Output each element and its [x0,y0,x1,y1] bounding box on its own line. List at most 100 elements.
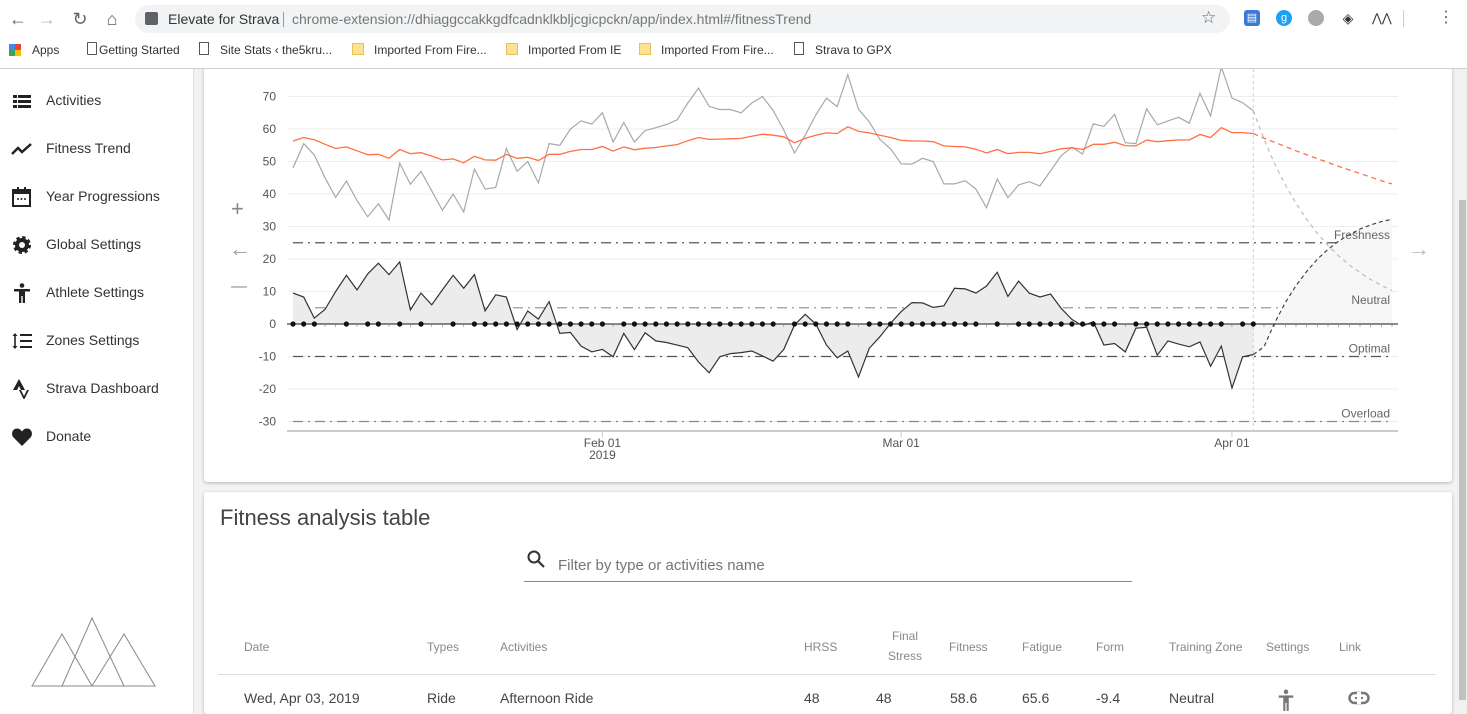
fitness-trend-chart[interactable]: 706050403020100-10-20-30FreshnessNeutral… [0,69,1456,489]
y-tick-label: 50 [263,155,277,169]
header-final-stress-line2[interactable]: Stress [888,649,922,663]
bookmark-folder-firefox-1[interactable]: Imported From Fire... [374,43,487,57]
header-hrss[interactable]: HRSS [804,640,837,654]
header-training-zone[interactable]: Training Zone [1169,640,1243,654]
back-button[interactable]: ← [7,8,29,30]
menu-icon[interactable]: ⋮ [1438,7,1454,27]
zoom-in-button[interactable]: + [231,196,244,222]
activity-dot [578,321,583,326]
table-filter-input[interactable] [558,554,1130,576]
y-tick-label: 10 [263,285,277,299]
divider [1403,10,1404,27]
activity-dot [696,321,701,326]
cell-final-stress: 48 [876,690,892,706]
header-form[interactable]: Form [1096,640,1124,654]
activity-dot [941,321,946,326]
link-icon[interactable] [1348,691,1370,705]
activity-dot [707,321,712,326]
activity-dot [845,321,850,326]
y-tick-label: 30 [263,220,277,234]
activity-dot [771,321,776,326]
header-link: Link [1339,640,1361,654]
activity-dot [621,321,626,326]
header-final-stress-line1[interactable]: Final [892,629,918,643]
x-tick-year-label: 2019 [589,448,616,462]
bookmark-getting-started[interactable]: Getting Started [99,43,180,57]
activity-dot [643,321,648,326]
search-icon [526,549,546,569]
bookmark-folder-firefox-2[interactable]: Imported From Fire... [661,43,774,57]
activity-dot [1016,321,1021,326]
activity-dot [909,321,914,326]
bookmark-strava-to-gpx[interactable]: Strava to GPX [815,43,892,57]
activity-dot [824,321,829,326]
scrollbar-thumb[interactable] [1459,200,1466,700]
elevate-extension-icon[interactable]: ⋀⋀ [1372,10,1388,26]
header-activities[interactable]: Activities [500,640,547,654]
activity-dot [1048,321,1053,326]
athlete-settings-icon[interactable] [1276,688,1296,712]
cell-fitness: 58.6 [950,690,977,706]
header-settings: Settings [1266,640,1309,654]
activity-dot [472,321,477,326]
home-button[interactable]: ⌂ [101,8,123,30]
bookmark-star-icon[interactable]: ☆ [1201,8,1216,28]
activity-dot [717,321,722,326]
diamond-extension-icon[interactable]: ◈ [1340,10,1356,26]
address-bar[interactable]: Elevate for Strava chrome-extension://dh… [135,5,1230,33]
activity-dot [675,321,680,326]
apps-grid-icon [9,44,21,56]
pan-left-button[interactable]: ← [229,236,251,262]
header-fatigue[interactable]: Fatigue [1022,640,1062,654]
activity-dot [1112,321,1117,326]
activity-dot [1133,321,1138,326]
page-icon [87,42,97,55]
activity-dot [792,321,797,326]
activity-dot [632,321,637,326]
activity-dot [749,321,754,326]
zone-label-overload: Overload [1341,407,1390,421]
activity-dot [536,321,541,326]
activity-dot [365,321,370,326]
activity-dot [664,321,669,326]
header-date[interactable]: Date [244,640,269,654]
grammarly-icon[interactable]: g [1276,10,1292,26]
bookmarks-bar: Apps Getting Started Site Stats ‹ the5kr… [0,36,1467,69]
header-types[interactable]: Types [427,640,459,654]
bookmark-site-stats[interactable]: Site Stats ‹ the5kru... [220,43,332,57]
activity-dot [1101,321,1106,326]
header-fitness[interactable]: Fitness [949,640,988,654]
activity-dot [525,321,530,326]
activity-dot [920,321,925,326]
activity-dot [1037,321,1042,326]
cell-activity: Afternoon Ride [500,690,593,706]
reload-button[interactable]: ↻ [69,8,91,30]
y-tick-label: 60 [263,122,277,136]
activity-dot [418,321,423,326]
table-title: Fitness analysis table [220,505,430,531]
extension-icon-1[interactable]: ▤ [1244,10,1260,26]
pan-right-button[interactable]: → [1408,236,1430,262]
url-text[interactable]: chrome-extension://dhiaggccakkgdfcadnklk… [292,11,811,27]
activity-dot [482,321,487,326]
cloud-icon[interactable] [1308,10,1324,26]
activity-dot [973,321,978,326]
y-tick-label: -20 [259,382,277,396]
activity-dot [1069,321,1074,326]
activity-dot [450,321,455,326]
activity-dot [344,321,349,326]
activity-dot [1091,321,1096,326]
y-tick-label: 0 [269,317,276,331]
bookmark-folder-ie[interactable]: Imported From IE [528,43,621,57]
zoom-out-button[interactable]: — [231,278,247,296]
activity-dot [739,321,744,326]
cell-fatigue: 65.6 [1022,690,1049,706]
forward-button[interactable]: → [36,8,58,30]
bookmark-apps[interactable]: Apps [32,43,59,57]
activity-dot [290,321,295,326]
activity-dot [493,321,498,326]
activity-dot [1219,321,1224,326]
activity-dot [600,321,605,326]
activity-dot [546,321,551,326]
divider [283,12,284,27]
